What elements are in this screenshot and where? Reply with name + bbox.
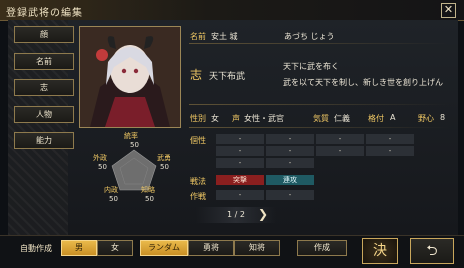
strategy-slot[interactable]: - [266, 190, 314, 200]
auto-create-label: 自動作成 [20, 244, 52, 253]
strategy-slot[interactable]: - [216, 190, 264, 200]
trait-slot[interactable]: - [216, 134, 264, 144]
traits-label: 個性 [190, 136, 206, 145]
tactic-label: 戦法 [190, 177, 206, 186]
stat-value-valor: 50 [160, 163, 169, 171]
rank-label: 格付 [368, 114, 384, 123]
tactic-slot-1[interactable]: 突撃 [216, 175, 264, 185]
trait-slot[interactable]: - [266, 134, 314, 144]
window-title: 登録武将の編集 [6, 8, 83, 19]
stat-label-valor: 武勇 [157, 154, 171, 162]
close-icon[interactable]: ✕ [441, 3, 456, 18]
ambition-mark: 志 [190, 68, 203, 82]
portrait-image[interactable] [79, 26, 181, 128]
name-label: 名前 [190, 32, 206, 41]
voice-label: 声 [232, 114, 240, 123]
name-value: 安土 城 [211, 32, 238, 41]
divider [189, 127, 449, 128]
divider [189, 43, 449, 44]
stat-value-domestic: 50 [109, 195, 118, 203]
temperament-value: 仁義 [334, 114, 350, 123]
ambition-text-line1: 天下に武を布く [283, 62, 339, 71]
menu-ambition-button[interactable]: 志 [14, 79, 74, 96]
chevron-right-icon[interactable]: ❯ [258, 207, 268, 221]
gender-label: 性別 [190, 114, 206, 123]
create-button[interactable]: 作成 [297, 240, 347, 256]
stat-label-domestic: 内政 [104, 186, 118, 194]
male-toggle[interactable]: 男 [61, 240, 97, 256]
strategy-label: 作戦 [190, 192, 206, 201]
voice-value: 女性・武官 [244, 114, 284, 123]
stat-label-intellect: 知略 [141, 186, 155, 194]
stat-value-intellect: 50 [145, 195, 154, 203]
stat-value-leadership: 50 [130, 141, 139, 149]
female-toggle[interactable]: 女 [97, 240, 133, 256]
trait-slot[interactable]: - [216, 146, 264, 156]
name-reading: あづち じょう [284, 32, 335, 41]
trait-slot[interactable]: - [366, 134, 414, 144]
menu-name-button[interactable]: 名前 [14, 53, 74, 70]
menu-character-button[interactable]: 人物 [14, 106, 74, 123]
menu-ability-button[interactable]: 能力 [14, 132, 74, 149]
random-toggle[interactable]: ランダム [140, 240, 188, 256]
menu-face-button[interactable]: 顔 [14, 26, 74, 43]
stat-label-leadership: 統率 [124, 132, 138, 140]
trait-slot[interactable]: - [316, 134, 364, 144]
trait-slot[interactable]: - [266, 146, 314, 156]
ambition-level-label: 野心 [418, 114, 434, 123]
brave-toggle[interactable]: 勇将 [188, 240, 234, 256]
tactic-slot-2[interactable]: 連攻 [266, 175, 314, 185]
divider [189, 104, 449, 105]
stat-label-politics-ext: 外政 [93, 154, 107, 162]
ambition-text-line2: 武を以て天下を制し、新しき世を創り上げん [283, 78, 443, 87]
wise-toggle[interactable]: 知将 [234, 240, 280, 256]
portrait-illustration [80, 27, 180, 127]
trait-slot[interactable]: - [366, 146, 414, 156]
rank-value: A [390, 113, 396, 122]
stats-chart: 統率 50 外政 50 武勇 50 内政 50 知略 50 [84, 128, 184, 208]
trait-slot[interactable]: - [266, 158, 314, 168]
gender-value: 女 [211, 114, 219, 123]
trait-slot[interactable]: - [316, 146, 364, 156]
page-indicator: 1 / 2 [227, 210, 245, 219]
ambition-title: 天下布武 [209, 72, 246, 82]
trait-slot[interactable]: - [216, 158, 264, 168]
confirm-button[interactable]: 決 [362, 238, 398, 264]
ambition-level-value: 8 [440, 113, 446, 122]
temperament-label: 気質 [313, 114, 329, 123]
stat-value-politics-ext: 50 [98, 163, 107, 171]
return-arrow-icon[interactable]: ⮌ [410, 238, 454, 264]
